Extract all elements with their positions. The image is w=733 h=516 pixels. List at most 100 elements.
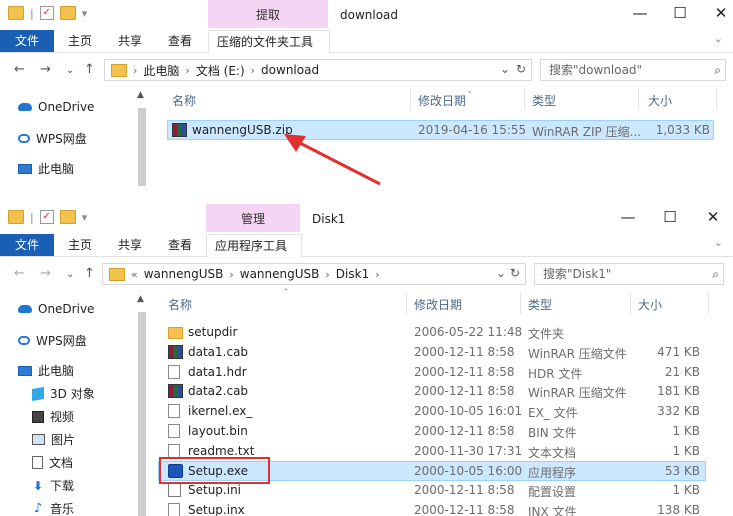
minimize-button[interactable]: — xyxy=(618,208,638,226)
tab-home[interactable]: 主页 xyxy=(68,30,92,52)
recent-locations-icon[interactable]: ⌄ xyxy=(66,65,74,76)
address-dropdown-icon[interactable]: ⌄ xyxy=(500,62,510,76)
tab-view[interactable]: 查看 xyxy=(168,30,192,52)
annotation-highlight-box xyxy=(159,457,270,484)
refresh-button[interactable]: ↻ xyxy=(510,266,520,280)
search-box[interactable]: 搜索"Disk1" ⌕ xyxy=(534,263,724,285)
this-pc-icon xyxy=(18,163,32,174)
file-icon xyxy=(168,404,180,419)
file-date: 2000-10-05 16:01 xyxy=(414,404,523,419)
close-button[interactable]: ✕ xyxy=(703,208,723,226)
search-box[interactable]: 搜索"download" ⌕ xyxy=(540,59,726,81)
tab-home[interactable]: 主页 xyxy=(68,234,92,256)
back-button[interactable]: ← xyxy=(14,266,25,281)
minimize-button[interactable]: — xyxy=(630,4,650,22)
table-row[interactable]: data1.cab 2000-12-11 8:58 WinRAR 压缩文件 471 K… xyxy=(0,342,733,362)
new-folder-icon[interactable] xyxy=(59,6,76,20)
file-type: 文本文档 xyxy=(528,445,577,460)
back-button[interactable]: ← xyxy=(14,62,25,77)
table-row[interactable]: layout.bin 2000-12-11 8:58 BIN 文件 1 KB xyxy=(0,421,733,441)
file-type: BIN 文件 xyxy=(528,426,577,440)
column-name[interactable]: 名称 xyxy=(168,296,192,313)
column-date[interactable]: 修改日期 xyxy=(414,296,462,313)
table-row[interactable]: setupdir 2006-05-22 11:48 文件夹 xyxy=(0,322,733,342)
forward-button[interactable]: → xyxy=(40,62,51,77)
chevron-down-icon[interactable]: ▾ xyxy=(82,211,88,224)
refresh-button[interactable]: ↻ xyxy=(516,62,526,76)
column-headers: ⌃ 名称 修改日期 类型 大小 xyxy=(0,288,733,316)
address-toolbar: ← → ⌄ ↑ › 此电脑 › 文档 (E:) › download ⌄ ↻ 搜… xyxy=(0,54,733,86)
maximize-button[interactable]: ☐ xyxy=(670,4,690,22)
file-size: 138 KB xyxy=(657,503,700,516)
chevron-down-icon[interactable]: ▾ xyxy=(82,7,88,20)
table-row[interactable]: ikernel.ex_ 2000-10-05 16:01 EX_ 文件 332 KB xyxy=(0,401,733,421)
tab-share[interactable]: 共享 xyxy=(118,234,142,256)
column-size[interactable]: 大小 xyxy=(648,92,672,109)
tab-file[interactable]: 文件 xyxy=(0,30,54,52)
title-bar: | ✓ ▾ 管理 Disk1 — ☐ ✕ xyxy=(0,204,733,234)
file-size: 21 KB xyxy=(664,364,700,379)
folder-icon xyxy=(111,63,127,77)
tab-file[interactable]: 文件 xyxy=(0,234,54,256)
new-folder-icon[interactable] xyxy=(59,210,76,224)
table-row[interactable]: readme.txt 2000-11-30 17:31 文本文档 1 KB xyxy=(0,441,733,461)
breadcrumb-item[interactable]: wannengUSB xyxy=(240,267,320,281)
breadcrumb-item[interactable]: wannengUSB xyxy=(144,267,224,281)
folder-icon xyxy=(8,210,24,224)
column-type[interactable]: 类型 xyxy=(532,92,556,109)
sidebar-item-this-pc[interactable]: 此电脑 xyxy=(18,160,74,177)
tab-application-tools[interactable]: 应用程序工具 xyxy=(206,234,302,257)
address-bar[interactable]: « wannengUSB › wannengUSB › Disk1 › xyxy=(102,263,526,285)
table-row[interactable]: data2.cab 2000-12-11 8:58 WinRAR 压缩文件 181 K… xyxy=(0,381,733,401)
close-button[interactable]: ✕ xyxy=(711,4,731,22)
quick-access-toolbar: | ✓ ▾ xyxy=(8,210,87,224)
search-input[interactable]: 搜索"Disk1" xyxy=(543,267,611,281)
recent-locations-icon[interactable]: ⌄ xyxy=(66,269,74,280)
sidebar-item-label: 此电脑 xyxy=(38,162,75,176)
breadcrumb-item[interactable]: Disk1 xyxy=(336,267,369,281)
address-dropdown-icon[interactable]: ⌄ xyxy=(496,266,506,280)
file-icon xyxy=(168,364,180,379)
breadcrumb-item[interactable]: 此电脑 xyxy=(143,62,179,79)
table-row[interactable]: Setup.ini 2000-12-11 8:58 配置设置 1 KB xyxy=(0,480,733,500)
file-type: WinRAR 压缩文件 xyxy=(528,346,627,361)
column-name[interactable]: 名称 xyxy=(172,92,196,109)
forward-button[interactable]: → xyxy=(40,266,51,281)
explorer-window-disk1: | ✓ ▾ 管理 Disk1 — ☐ ✕ 文件 主页 共享 查看 应用程序工具 … xyxy=(0,204,733,516)
winrar-archive-icon xyxy=(168,384,183,399)
tab-compressed-folder-tools[interactable]: 压缩的文件夹工具 xyxy=(208,30,330,53)
search-input[interactable]: 搜索"download" xyxy=(549,63,642,77)
table-row[interactable]: Setup.exe 2000-10-05 16:00 应用程序 53 KB xyxy=(0,460,733,481)
file-type: HDR 文件 xyxy=(528,366,583,381)
properties-check-icon[interactable]: ✓ xyxy=(39,210,54,224)
breadcrumb-item[interactable]: 文档 (E:) xyxy=(196,62,245,79)
context-tab-extract[interactable]: 提取 xyxy=(208,0,328,28)
winrar-archive-icon xyxy=(168,344,183,359)
file-date: 2000-12-11 8:58 xyxy=(414,364,515,379)
breadcrumb-item[interactable]: download xyxy=(261,63,319,77)
properties-check-icon[interactable]: ✓ xyxy=(39,6,54,20)
maximize-button[interactable]: ☐ xyxy=(660,208,680,226)
table-row[interactable]: data1.hdr 2000-12-11 8:58 HDR 文件 21 KB xyxy=(0,362,733,382)
file-date: 2019-04-16 15:55 xyxy=(418,123,527,137)
file-type: WinRAR 压缩文件 xyxy=(528,386,627,401)
file-date: 2000-11-30 17:31 xyxy=(414,443,523,458)
file-type: EX_ 文件 xyxy=(528,406,578,421)
up-button[interactable]: ↑ xyxy=(84,62,95,77)
title-bar: | ✓ ▾ 提取 download — ☐ ✕ xyxy=(0,0,733,30)
tab-share[interactable]: 共享 xyxy=(118,30,142,52)
column-size[interactable]: 大小 xyxy=(638,296,662,313)
file-name: setupdir xyxy=(188,325,238,339)
address-bar[interactable]: › 此电脑 › 文档 (E:) › download xyxy=(104,59,532,81)
column-type[interactable]: 类型 xyxy=(528,296,552,313)
ribbon-expand-icon[interactable]: ⌄ xyxy=(714,32,723,45)
up-button[interactable]: ↑ xyxy=(84,266,95,281)
tab-view[interactable]: 查看 xyxy=(168,234,192,256)
file-name: Setup.inx xyxy=(188,503,245,516)
file-size: 1 KB xyxy=(672,443,700,458)
column-date[interactable]: 修改日期 xyxy=(418,92,466,109)
table-row[interactable]: Setup.inx 2000-12-11 8:58 INX 文件 138 KB xyxy=(0,500,733,516)
file-icon xyxy=(168,443,180,458)
context-tab-manage[interactable]: 管理 xyxy=(206,204,300,232)
file-name: data1.cab xyxy=(188,344,249,359)
